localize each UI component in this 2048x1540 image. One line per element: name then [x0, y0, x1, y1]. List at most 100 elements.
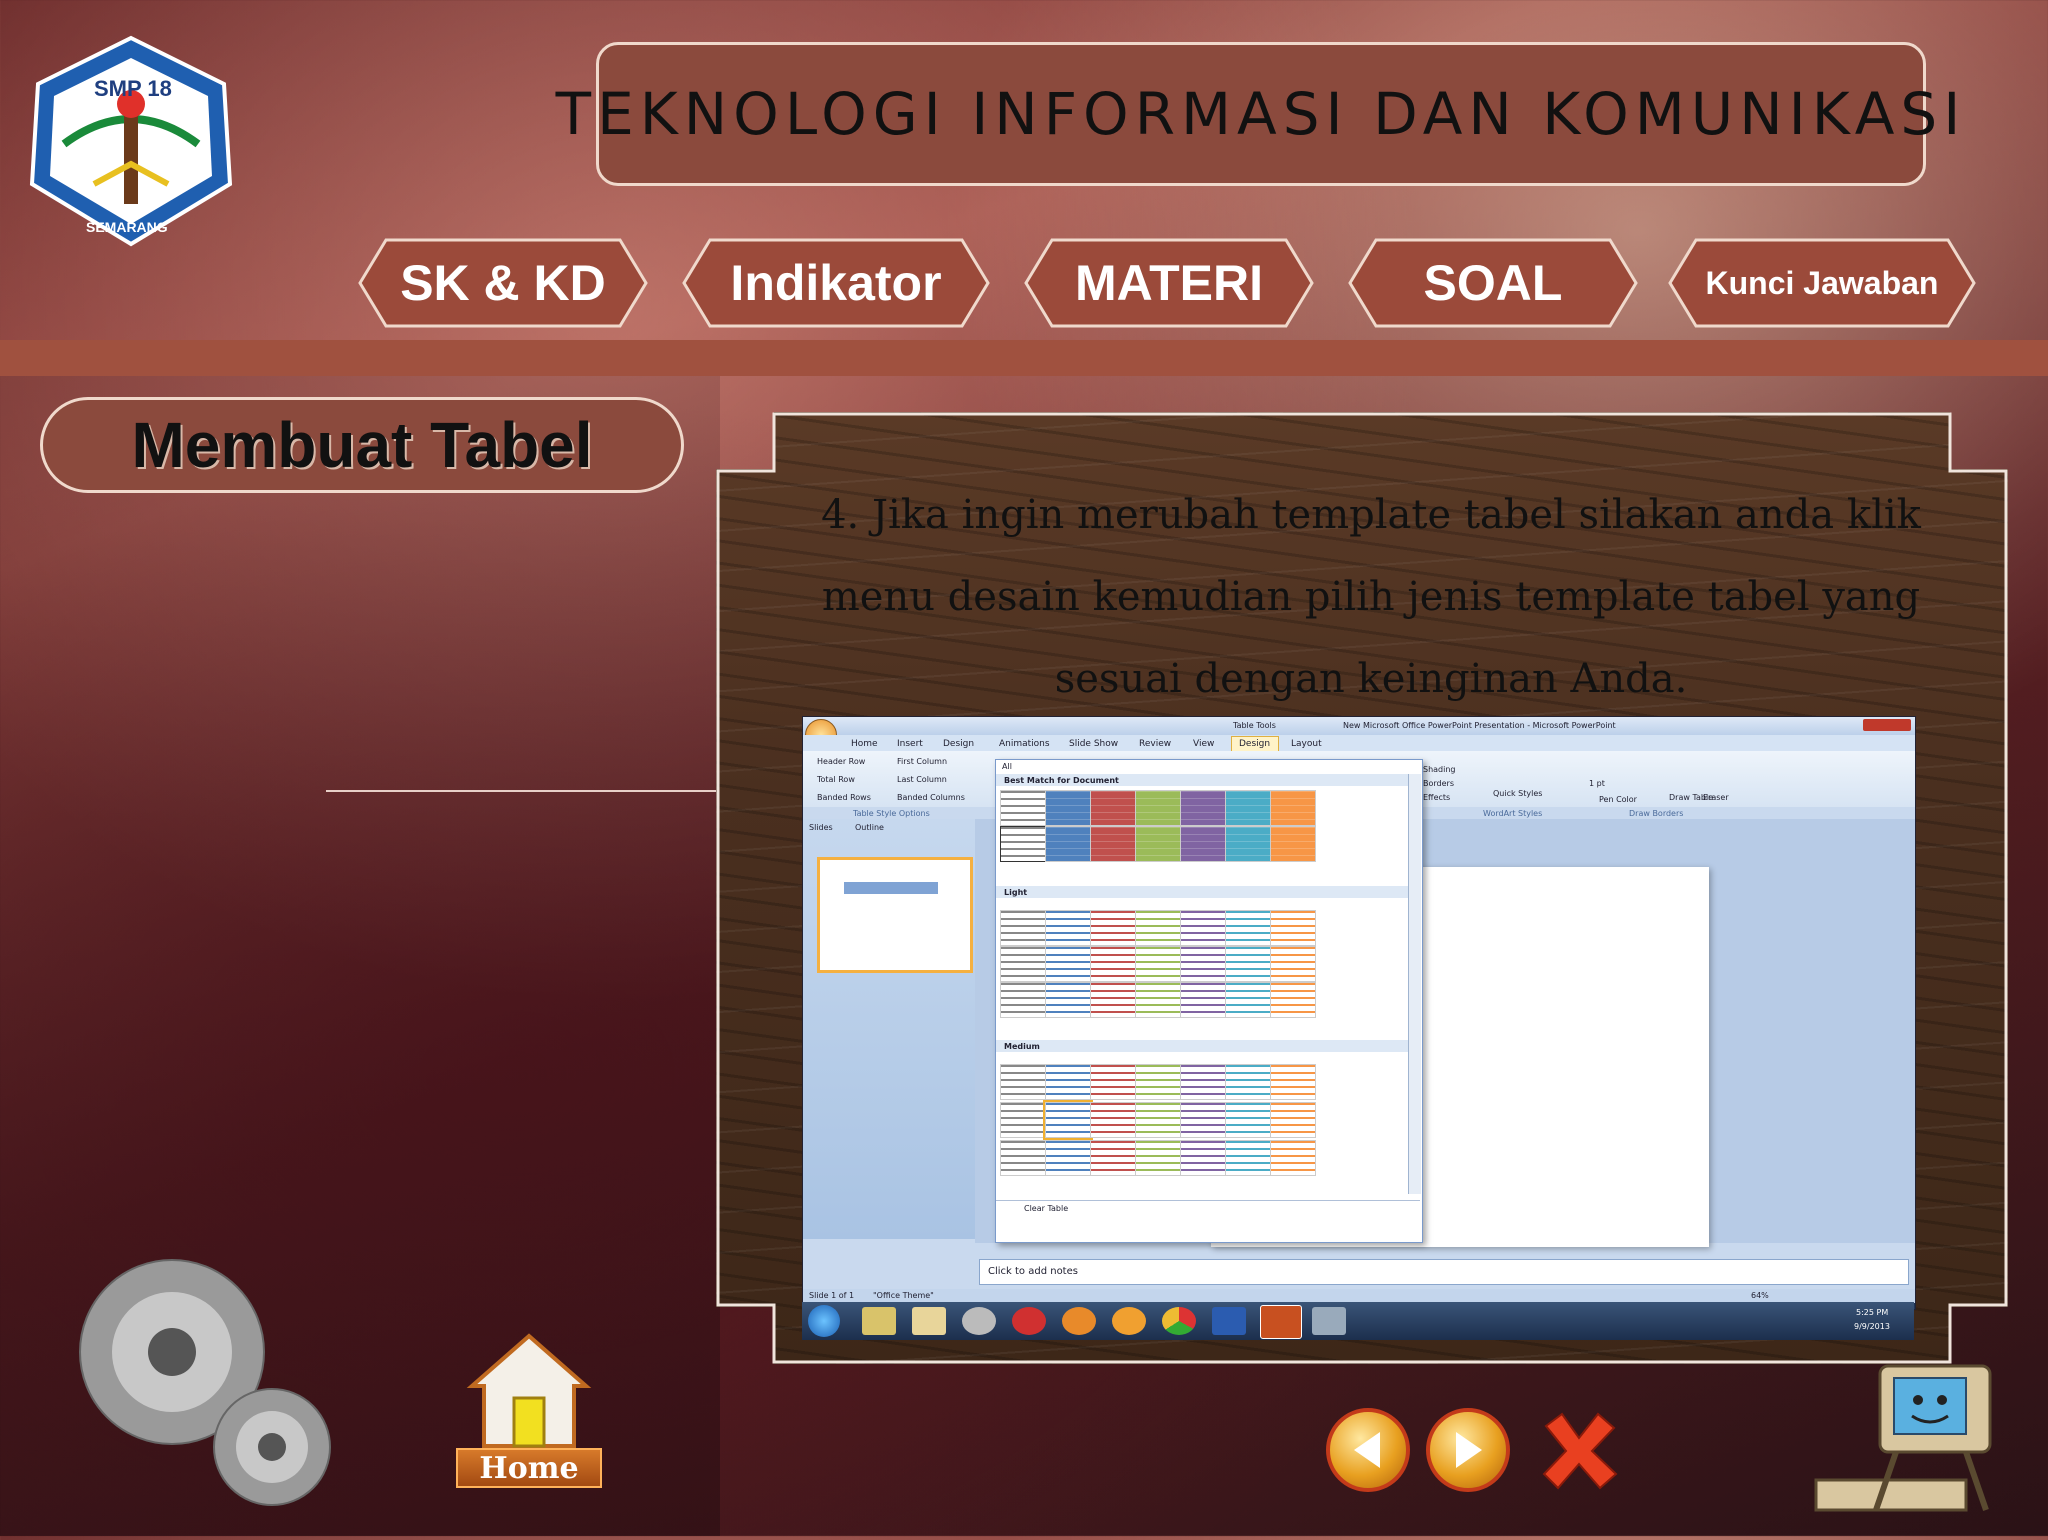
home-button[interactable]: Home — [456, 1330, 602, 1490]
table-style-thumbnail[interactable] — [1090, 1064, 1136, 1100]
table-style-thumbnail[interactable] — [1180, 946, 1226, 982]
table-style-thumbnail[interactable] — [1135, 790, 1181, 826]
nav-materi-button[interactable]: MATERI — [1022, 236, 1316, 330]
powerpoint-icon[interactable] — [1260, 1305, 1302, 1339]
option-banded-rows[interactable]: Banded Rows — [817, 793, 871, 802]
table-style-thumbnail[interactable] — [1270, 1102, 1316, 1138]
effects-button[interactable]: Effects — [1423, 793, 1450, 802]
table-style-thumbnail[interactable] — [1225, 946, 1271, 982]
option-total-row[interactable]: Total Row — [817, 775, 855, 784]
table-style-thumbnail[interactable] — [1180, 1064, 1226, 1100]
table-style-thumbnail[interactable] — [1045, 826, 1091, 862]
table-style-thumbnail[interactable] — [1000, 910, 1046, 946]
opera-icon[interactable] — [1012, 1307, 1046, 1335]
folder-icon[interactable] — [912, 1307, 946, 1335]
taskbar-app-icon[interactable] — [962, 1307, 996, 1335]
table-style-thumbnail[interactable] — [1000, 982, 1046, 1018]
table-style-thumbnail[interactable] — [1270, 982, 1316, 1018]
taskbar-app-icon[interactable] — [1112, 1307, 1146, 1335]
table-style-thumbnail[interactable] — [1180, 826, 1226, 862]
option-last-column[interactable]: Last Column — [897, 775, 947, 784]
table-style-thumbnail[interactable] — [1270, 826, 1316, 862]
eraser-button[interactable]: Eraser — [1703, 793, 1729, 802]
quick-styles-button[interactable]: Quick Styles — [1493, 789, 1542, 798]
tab-slide-show[interactable]: Slide Show — [1069, 739, 1118, 749]
table-style-thumbnail[interactable] — [1000, 1102, 1046, 1138]
start-button-icon[interactable] — [808, 1305, 840, 1337]
table-style-thumbnail[interactable] — [1225, 1140, 1271, 1176]
table-style-thumbnail[interactable] — [1000, 790, 1046, 826]
taskbar-app-icon[interactable] — [1312, 1307, 1346, 1335]
option-banded-columns[interactable]: Banded Columns — [897, 793, 965, 802]
next-button[interactable] — [1426, 1408, 1510, 1492]
table-style-thumbnail[interactable] — [1225, 1064, 1271, 1100]
table-style-thumbnail[interactable] — [1225, 826, 1271, 862]
table-style-thumbnail[interactable] — [1180, 1102, 1226, 1138]
tab-table-layout[interactable]: Layout — [1291, 739, 1322, 749]
tab-review[interactable]: Review — [1139, 739, 1171, 749]
table-style-thumbnail[interactable] — [1225, 1102, 1271, 1138]
chrome-icon[interactable] — [1162, 1307, 1196, 1335]
word-icon[interactable] — [1212, 1307, 1246, 1335]
table-style-thumbnail[interactable] — [1135, 982, 1181, 1018]
table-style-thumbnail[interactable] — [1045, 982, 1091, 1018]
table-style-thumbnail[interactable] — [1270, 1064, 1316, 1100]
nav-indikator-button[interactable]: Indikator — [680, 236, 992, 330]
taskbar-app-icon[interactable] — [862, 1307, 896, 1335]
table-style-thumbnail[interactable] — [1270, 910, 1316, 946]
table-style-thumbnail[interactable] — [1270, 946, 1316, 982]
table-style-thumbnail[interactable] — [1225, 910, 1271, 946]
table-style-thumbnail[interactable] — [1000, 946, 1046, 982]
table-style-thumbnail[interactable] — [1090, 790, 1136, 826]
table-style-thumbnail[interactable] — [1090, 910, 1136, 946]
table-style-thumbnail[interactable] — [1000, 826, 1046, 862]
table-style-thumbnail[interactable] — [1135, 826, 1181, 862]
table-style-thumbnail[interactable] — [1135, 910, 1181, 946]
pen-color-button[interactable]: Pen Color — [1599, 795, 1637, 804]
option-first-column[interactable]: First Column — [897, 757, 947, 766]
gallery-scrollbar[interactable] — [1408, 774, 1421, 1194]
clear-table-button[interactable]: Clear Table — [1024, 1204, 1068, 1213]
gallery-filter[interactable]: All — [1002, 762, 1012, 771]
table-style-thumbnail[interactable] — [1090, 826, 1136, 862]
table-style-thumbnail[interactable] — [1045, 1140, 1091, 1176]
tab-view[interactable]: View — [1193, 739, 1214, 749]
table-style-thumbnail[interactable] — [1045, 910, 1091, 946]
table-style-thumbnail[interactable] — [1043, 1100, 1093, 1140]
table-style-thumbnail[interactable] — [1090, 1102, 1136, 1138]
tab-table-design[interactable]: Design — [1239, 739, 1270, 749]
table-style-thumbnail[interactable] — [1180, 790, 1226, 826]
table-style-thumbnail[interactable] — [1135, 946, 1181, 982]
table-style-thumbnail[interactable] — [1000, 1064, 1046, 1100]
table-style-thumbnail[interactable] — [1135, 1140, 1181, 1176]
shading-button[interactable]: Shading — [1423, 765, 1456, 774]
slide-thumbnail[interactable] — [817, 857, 973, 973]
nav-sk-kd-button[interactable]: SK & KD — [356, 236, 650, 330]
pane-tab-slides[interactable]: Slides — [809, 823, 833, 832]
table-style-thumbnail[interactable] — [1135, 1064, 1181, 1100]
firefox-icon[interactable] — [1062, 1307, 1096, 1335]
table-style-thumbnail[interactable] — [1045, 1064, 1091, 1100]
exit-button[interactable] — [1536, 1408, 1622, 1494]
tab-home[interactable]: Home — [851, 739, 878, 749]
pen-weight-select[interactable]: 1 pt — [1589, 779, 1605, 788]
borders-button[interactable]: Borders — [1423, 779, 1454, 788]
table-style-thumbnail[interactable] — [1270, 790, 1316, 826]
table-style-thumbnail[interactable] — [1090, 946, 1136, 982]
table-style-thumbnail[interactable] — [1225, 982, 1271, 1018]
table-style-thumbnail[interactable] — [1180, 910, 1226, 946]
table-style-thumbnail[interactable] — [1090, 1140, 1136, 1176]
table-style-thumbnail[interactable] — [1225, 790, 1271, 826]
zoom-level[interactable]: 64% — [1751, 1291, 1769, 1300]
tab-animations[interactable]: Animations — [999, 739, 1050, 749]
table-style-thumbnail[interactable] — [1090, 982, 1136, 1018]
tab-design[interactable]: Design — [943, 739, 974, 749]
table-style-thumbnail[interactable] — [1180, 1140, 1226, 1176]
nav-soal-button[interactable]: SOAL — [1346, 236, 1640, 330]
table-style-thumbnail[interactable] — [1180, 982, 1226, 1018]
tab-insert[interactable]: Insert — [897, 739, 923, 749]
table-style-thumbnail[interactable] — [1045, 790, 1091, 826]
notes-pane[interactable]: Click to add notes — [979, 1259, 1909, 1285]
table-style-thumbnail[interactable] — [1135, 1102, 1181, 1138]
nav-kunci-jawaban-button[interactable]: Kunci Jawaban — [1666, 236, 1978, 330]
